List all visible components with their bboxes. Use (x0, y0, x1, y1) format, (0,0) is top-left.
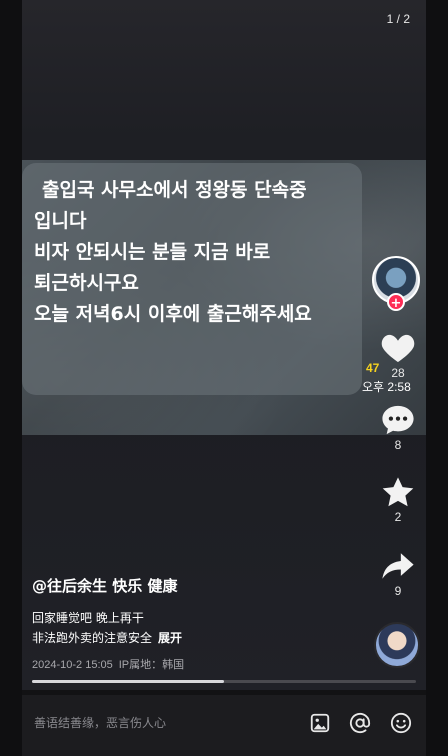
comment-input[interactable] (34, 716, 284, 730)
message-line: 비자 안되시는 분들 지금 바로 (34, 241, 271, 263)
share-button[interactable]: 9 (372, 550, 424, 598)
post-description: 非法跑外卖的注意安全 展开 (32, 629, 182, 646)
overlay-badge: 47 (366, 361, 380, 375)
video-screen: 출입국 사무소에서 정왕동 단속중 입니다 비자 안되시는 분들 지금 바로 퇴… (0, 0, 448, 756)
message-text: 출입국 사무소에서 정왕동 단속중 입니다 비자 안되시는 분들 지금 바로 퇴… (34, 175, 354, 330)
post-description-line: 回家睡觉吧 晚上再干 (32, 611, 144, 625)
video-progress-bar[interactable] (32, 680, 416, 683)
message-line: 출입국 사무소에서 정왕동 단속중 (42, 179, 307, 201)
post-description-line: 非法跑外卖的注意安全 (32, 631, 153, 645)
comment-icon (382, 405, 414, 435)
like-button[interactable]: 28 (372, 330, 424, 380)
follow-button[interactable]: + (387, 293, 405, 311)
expand-link[interactable]: 展开 (158, 631, 182, 645)
right-edge (426, 0, 448, 756)
music-disc-avatar[interactable] (374, 622, 420, 668)
left-edge (0, 0, 22, 756)
video-progress-fill (32, 680, 224, 683)
comment-count: 8 (394, 438, 402, 452)
at-icon[interactable] (349, 712, 371, 734)
post-date: 2024-10-2 15:05 (32, 659, 113, 671)
message-line: 퇴근하시구요 (34, 272, 139, 294)
ip-location: IP属地：韩国 (118, 659, 185, 671)
message-line: 입니다 (34, 210, 87, 232)
emoji-icon[interactable] (390, 712, 412, 734)
star-icon (382, 477, 414, 507)
image-icon[interactable] (309, 712, 331, 734)
page-indicator: 1 / 2 (386, 12, 410, 26)
favorite-count: 2 (394, 510, 402, 524)
favorite-button[interactable]: 2 (372, 476, 424, 524)
heart-icon (381, 334, 415, 362)
comment-button[interactable]: 8 (372, 404, 424, 452)
message-line: 오늘 저녁6시 이후에 출근해주세요 (34, 303, 312, 325)
share-icon (382, 553, 414, 579)
post-meta: 2024-10-2 15:05 IP属地：韩国 (32, 656, 184, 672)
share-count: 9 (394, 584, 402, 598)
overlay-time: 오후 2:58 (362, 380, 411, 394)
author-name[interactable]: @往后余生 快乐 健康 (32, 575, 177, 596)
